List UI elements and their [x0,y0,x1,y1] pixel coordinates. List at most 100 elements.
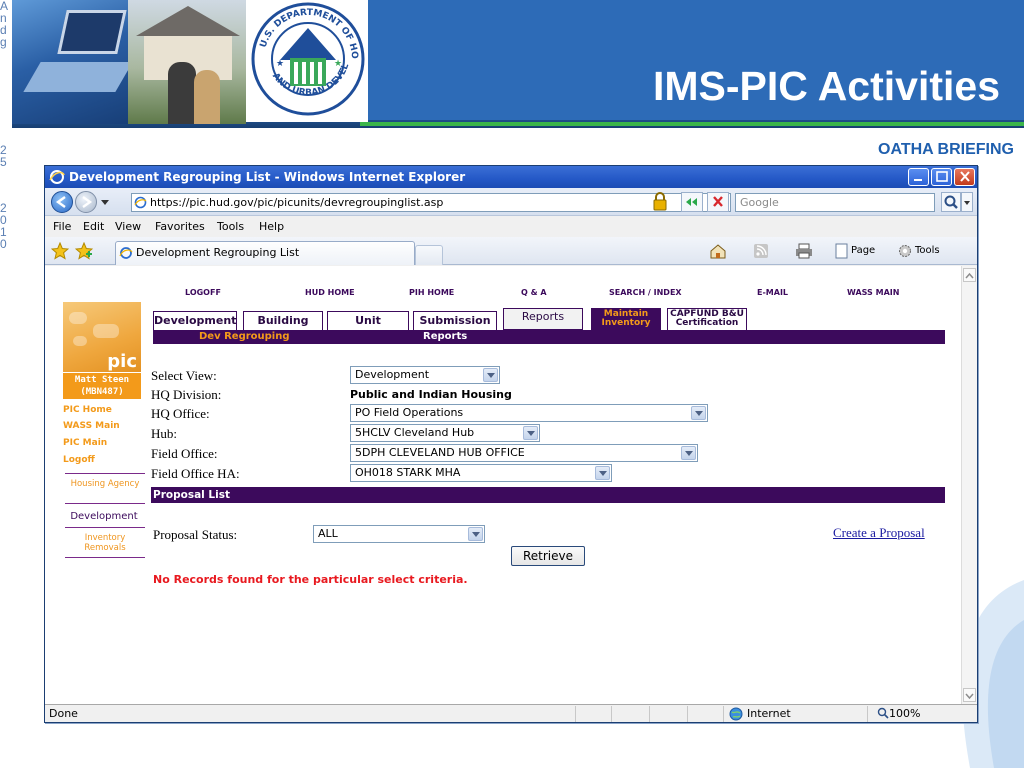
menu-file[interactable]: File [53,217,71,237]
wass-main-link[interactable]: WASS MAIN [847,288,899,297]
back-button[interactable] [51,191,73,213]
search-button[interactable] [941,192,961,212]
nav-development[interactable]: Development [63,511,145,522]
add-favorite-icon[interactable] [75,242,93,260]
new-tab-button[interactable] [415,245,443,265]
lock-icon[interactable] [651,192,669,212]
status-bar: Done Internet 100% [45,704,977,722]
menu-tools[interactable]: Tools [217,217,244,237]
sliver-char: 5 [0,155,7,169]
security-zone: Internet [747,707,791,720]
pih-home-link[interactable]: PIH HOME [409,288,454,297]
maximize-button[interactable] [931,168,952,186]
browser-tab[interactable]: Development Regrouping List [115,241,415,265]
subnav-dev-regrouping[interactable]: Dev Regrouping [199,330,290,344]
ie-logo-icon [49,170,65,184]
hub-label: Hub: [151,426,177,441]
home-icon[interactable] [709,243,727,259]
refresh-button[interactable] [681,192,703,212]
chevron-down-icon [472,532,480,537]
hq-office-value: PO Field Operations [355,406,464,419]
menu-view[interactable]: View [115,217,141,237]
hud-home-link[interactable]: HUD HOME [305,288,355,297]
print-icon[interactable] [795,243,813,259]
close-button[interactable] [954,168,975,186]
nav-wass-main[interactable]: WASS Main [63,421,120,431]
field-office-ha-dropdown[interactable]: OH018 STARK MHA [350,464,612,482]
slide: A n d g 2 5 2 0 1 0 ★ ★ U.S. DEPARTMENT … [0,0,1024,768]
history-dropdown-icon[interactable] [101,198,109,206]
scroll-down-button[interactable] [963,688,976,702]
page-icon [835,243,848,259]
retrieve-button[interactable]: Retrieve [511,546,585,566]
create-proposal-link[interactable]: Create a Proposal [833,525,925,541]
sliver-char: 0 [0,237,7,251]
favorites-star-icon[interactable] [51,242,69,260]
hub-arrow[interactable] [523,426,538,440]
field-office-arrow[interactable] [681,446,696,460]
feeds-icon[interactable] [753,243,769,259]
chevron-down-icon [964,201,970,205]
forward-button[interactable] [75,191,97,213]
nav-pic-home[interactable]: PIC Home [63,405,112,415]
menu-edit[interactable]: Edit [83,217,104,237]
search-options-button[interactable] [961,192,973,212]
hub-dropdown[interactable]: 5HCLV Cleveland Hub [350,424,540,442]
window-title: Development Regrouping List - Windows In… [69,170,466,184]
menu-help[interactable]: Help [259,217,284,237]
chevron-down-icon [599,471,607,476]
tab-building[interactable]: Building [243,311,323,330]
select-view-dropdown[interactable]: Development [350,366,500,384]
tab-capfund-certification[interactable]: CAPFUND B&U Certification [667,308,747,330]
zoom-icon[interactable] [877,707,889,719]
stop-button[interactable] [707,192,729,212]
qa-link[interactable]: Q & A [521,288,547,297]
menu-favorites[interactable]: Favorites [155,217,205,237]
gear-icon [899,245,911,257]
nav-divider [65,557,145,558]
logoff-link[interactable]: LOGOFF [185,288,221,297]
subnav-reports[interactable]: Reports [423,330,467,344]
nav-housing-agency[interactable]: Housing Agency [65,479,145,489]
nav-logoff[interactable]: Logoff [63,455,95,465]
nav-inventory-removals[interactable]: Inventory Removals [65,533,145,553]
chevron-down-icon [695,411,703,416]
tab-row: Development Building Unit Submission Rep… [153,308,973,330]
tab-development[interactable]: Development [153,311,237,330]
page-icon [134,196,147,209]
search-index-link[interactable]: SEARCH / INDEX [609,288,682,297]
header-green-line [360,122,1024,126]
email-link[interactable]: E-MAIL [757,288,788,297]
field-office-dropdown[interactable]: 5DPH CLEVELAND HUB OFFICE [350,444,698,462]
user-id: (MBN487) [80,387,124,397]
zoom-level[interactable]: 100% [889,705,920,722]
scroll-up-button[interactable] [963,268,976,282]
select-view-arrow[interactable] [483,368,498,382]
tab-unit[interactable]: Unit [327,311,409,330]
vertical-scrollbar[interactable] [961,266,977,704]
nav-pic-main[interactable]: PIC Main [63,438,107,448]
status-divider [611,706,612,722]
sub-navigation-bar: Dev Regrouping Reports [153,330,945,344]
browser-titlebar: Development Regrouping List - Windows In… [45,166,977,188]
tab-reports[interactable]: Reports [503,308,583,330]
stop-icon [713,196,723,207]
proposal-status-arrow[interactable] [468,527,483,541]
proposal-status-value: ALL [318,527,338,540]
hq-office-arrow[interactable] [691,406,706,420]
page-menu[interactable]: Page [851,244,875,258]
proposal-status-dropdown[interactable]: ALL [313,525,485,543]
tab-maintain-inventory[interactable]: Maintain Inventory [591,308,661,330]
tab-submission[interactable]: Submission [413,311,497,330]
tools-menu[interactable]: Tools [915,244,940,258]
status-text: Done [49,707,78,720]
status-divider [575,706,576,722]
search-icon [944,195,958,209]
address-bar[interactable]: https://pic.hud.gov/pic/picunits/devregr… [131,193,731,212]
status-divider [649,706,650,722]
svg-text:★: ★ [276,59,284,69]
field-office-ha-arrow[interactable] [595,466,610,480]
hq-office-dropdown[interactable]: PO Field Operations [350,404,708,422]
minimize-button[interactable] [908,168,929,186]
search-input[interactable]: Google [735,193,935,212]
